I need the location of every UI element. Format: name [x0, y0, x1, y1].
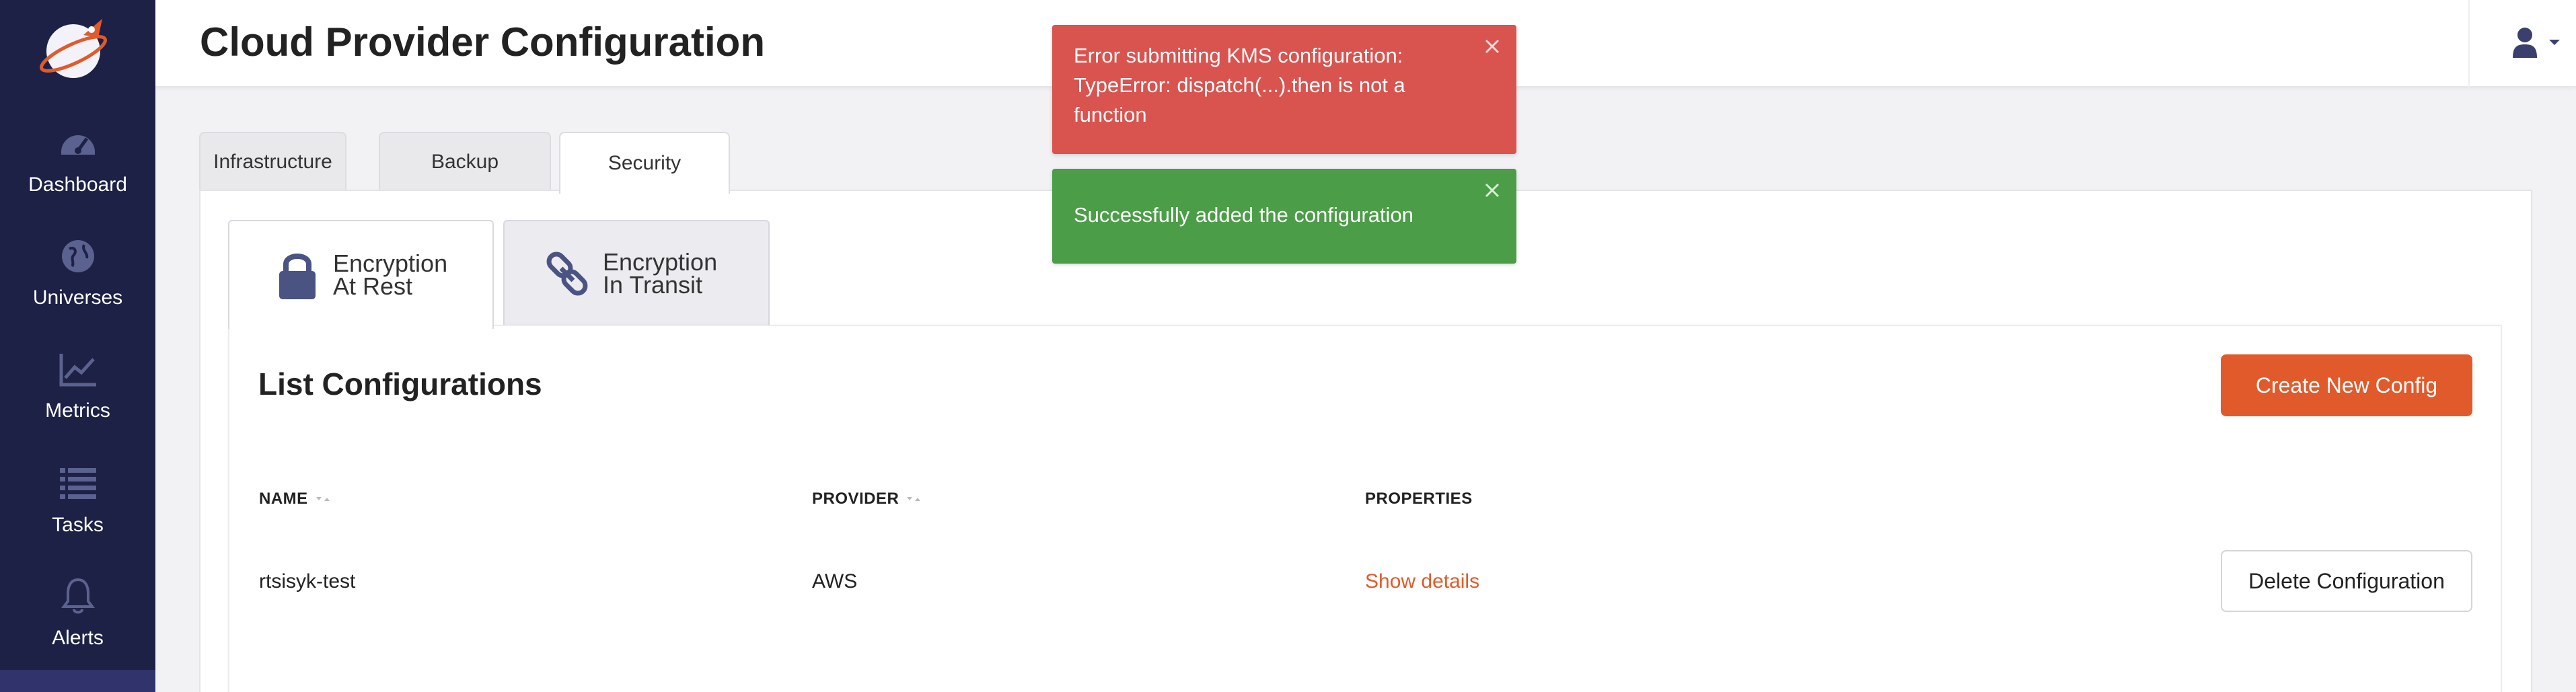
sidebar-item-universes[interactable]: Universes [0, 235, 155, 336]
link-icon [546, 252, 588, 296]
toast-message: Error submitting KMS configuration: Type… [1074, 44, 1405, 126]
config-name-cell: rtsisyk-test [259, 570, 356, 592]
user-icon [2513, 28, 2537, 58]
create-new-config-button[interactable]: Create New Config [2221, 354, 2472, 416]
sidebar-item-label: Metrics [45, 399, 110, 422]
sidebar-item-label: Universes [32, 286, 123, 309]
success-toast: Successfully added the configuration [1052, 169, 1516, 264]
list-configurations-heading: List Configurations [258, 367, 542, 401]
toast-message: Successfully added the configuration [1074, 203, 1413, 227]
column-header-label: PROVIDER [812, 490, 899, 508]
globe-icon [61, 240, 94, 272]
bell-icon [61, 578, 95, 614]
column-header-name[interactable]: NAME [259, 490, 339, 508]
configurations-card [228, 325, 2502, 692]
sidebar-item-label: Alerts [52, 627, 104, 649]
column-header-properties: PROPERTIES [1365, 490, 1473, 508]
sidebar-item-dashboard[interactable]: Dashboard [0, 122, 155, 223]
page-title: Cloud Provider Configuration [200, 20, 765, 65]
sidebar-item-label: Tasks [52, 514, 104, 536]
column-header-label: PROPERTIES [1365, 490, 1473, 508]
tab-encryption-at-rest[interactable]: Encryption At Rest [228, 220, 494, 329]
planet-rocket-logo-icon [40, 19, 107, 78]
sort-icon[interactable] [315, 494, 339, 504]
tab-infrastructure[interactable]: Infrastructure [199, 132, 346, 191]
tab-label: Infrastructure [213, 151, 332, 173]
tab-encryption-in-transit[interactable]: Encryption In Transit [503, 220, 770, 326]
tab-label: Security [608, 152, 682, 174]
app-logo[interactable] [36, 15, 113, 82]
error-toast: Error submitting KMS configuration: Type… [1052, 25, 1516, 154]
chart-line-icon [59, 354, 96, 387]
user-menu-dropdown[interactable] [2468, 0, 2576, 87]
sidebar-item-alerts[interactable]: Alerts [0, 576, 155, 677]
column-header-label: NAME [259, 490, 308, 508]
close-icon[interactable] [1483, 181, 1502, 200]
sidebar-item-tasks[interactable]: Tasks [0, 463, 155, 564]
close-icon[interactable] [1483, 37, 1502, 56]
tab-security[interactable]: Security [559, 132, 730, 194]
column-header-provider[interactable]: PROVIDER [812, 490, 930, 508]
tab-label: Encryption At Rest [333, 249, 448, 300]
tab-label: Backup [431, 151, 499, 173]
sort-icon[interactable] [906, 494, 930, 504]
sidebar: Dashboard Universes Metrics Tasks Alerts [0, 0, 155, 692]
tab-label: Encryption In Transit [603, 248, 718, 299]
sidebar-item-admin-partial[interactable] [0, 670, 155, 692]
tab-backup[interactable]: Backup [379, 132, 551, 191]
show-details-link[interactable]: Show details [1365, 570, 1479, 593]
config-provider-cell: AWS [812, 570, 858, 592]
list-icon [59, 468, 96, 499]
delete-configuration-button[interactable]: Delete Configuration [2221, 550, 2472, 612]
lock-icon [279, 254, 316, 299]
dashboard-icon [61, 135, 95, 155]
sidebar-item-metrics[interactable]: Metrics [0, 348, 155, 449]
chevron-down-icon [2549, 40, 2560, 45]
sidebar-item-label: Dashboard [28, 174, 127, 196]
